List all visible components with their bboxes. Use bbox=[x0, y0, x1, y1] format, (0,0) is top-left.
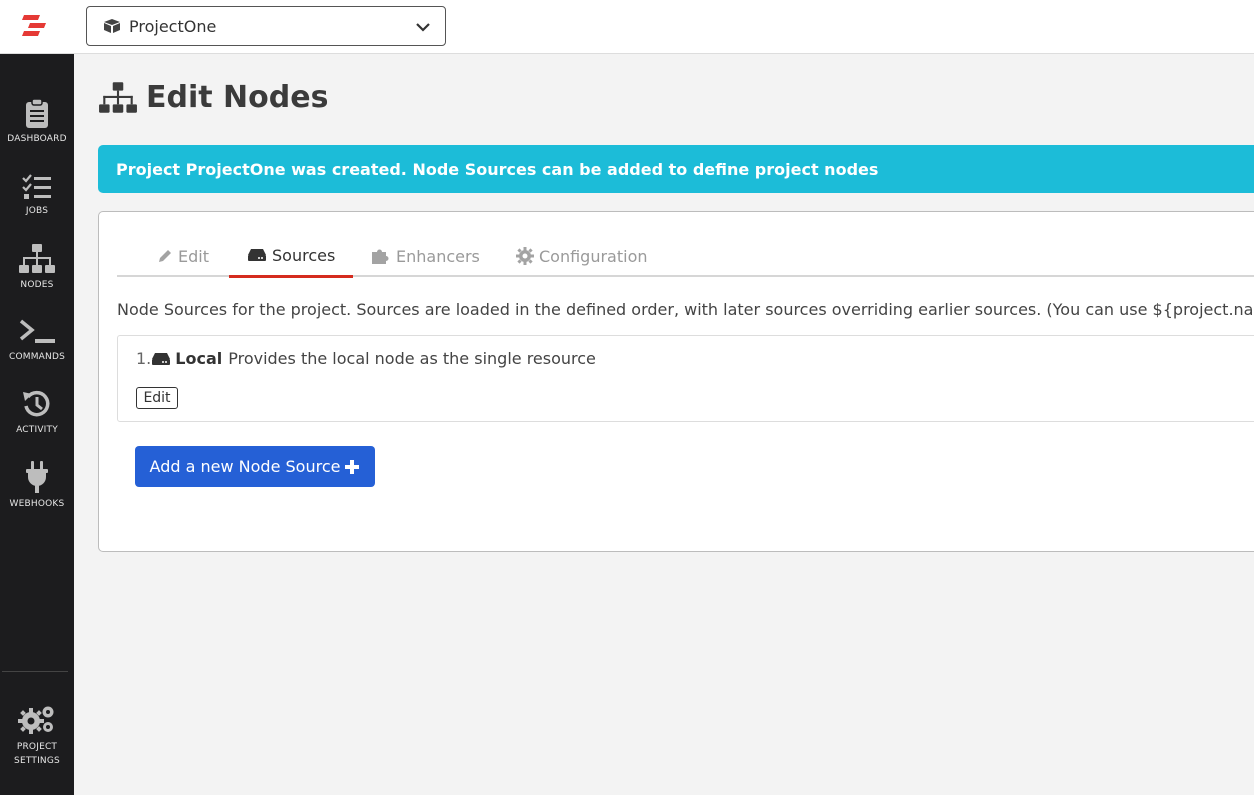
plug-icon bbox=[26, 461, 48, 493]
plus-icon bbox=[345, 459, 360, 474]
chevron-down-icon bbox=[416, 23, 430, 32]
edit-source-button[interactable]: Edit bbox=[136, 387, 178, 409]
sitemap-icon bbox=[99, 81, 137, 113]
tab-configuration[interactable]: Configuration bbox=[516, 235, 648, 277]
source-name: Local bbox=[175, 349, 223, 368]
sidebar-item-label: ACTIVITY bbox=[16, 425, 58, 435]
puzzle-icon bbox=[372, 249, 389, 264]
list-item: 1. Local Provides the local node as the … bbox=[136, 349, 596, 368]
sidebar-item-dashboard[interactable]: DASHBOARD bbox=[0, 98, 74, 146]
sidebar: DASHBOARD JOBS NODES COMMANDS ACTIVITY W… bbox=[0, 54, 74, 795]
tab-sources[interactable]: Sources bbox=[229, 235, 354, 278]
sources-description: Node Sources for the project. Sources ar… bbox=[117, 300, 1254, 319]
hdd-icon bbox=[152, 352, 171, 365]
edit-nodes-card: Edit Sources Enhancers Configuration Nod… bbox=[98, 211, 1254, 552]
box-icon bbox=[104, 19, 120, 33]
project-select-value: ProjectOne bbox=[129, 16, 217, 36]
sidebar-item-label: WEBHOOKS bbox=[9, 499, 65, 509]
tab-label: Configuration bbox=[539, 246, 648, 266]
sidebar-item-label: COMMANDS bbox=[8, 352, 66, 362]
sidebar-item-label: SETTINGS bbox=[14, 756, 60, 766]
terminal-icon bbox=[19, 319, 55, 343]
add-node-source-label: Add a new Node Source bbox=[149, 457, 341, 476]
sidebar-item-webhooks[interactable]: WEBHOOKS bbox=[0, 461, 74, 511]
sidebar-item-project-settings[interactable]: PROJECT SETTINGS bbox=[0, 704, 74, 768]
page-title: Edit Nodes bbox=[98, 80, 328, 115]
tab-label: Enhancers bbox=[396, 246, 480, 266]
sidebar-item-activity[interactable]: ACTIVITY bbox=[0, 389, 74, 437]
hdd-icon bbox=[248, 249, 266, 261]
sidebar-item-jobs[interactable]: JOBS bbox=[0, 174, 74, 218]
source-description: Provides the local node as the single re… bbox=[228, 349, 596, 368]
sidebar-item-label: NODES bbox=[20, 280, 54, 290]
sidebar-item-label: JOBS bbox=[25, 206, 49, 216]
sidebar-item-nodes[interactable]: NODES bbox=[0, 244, 74, 292]
sidebar-item-label: DASHBOARD bbox=[7, 134, 67, 144]
tab-label: Sources bbox=[272, 245, 336, 265]
tab-edit[interactable]: Edit bbox=[157, 235, 209, 277]
project-select[interactable]: ProjectOne bbox=[86, 6, 446, 46]
alert-text: Project ProjectOne was created. Node Sou… bbox=[116, 159, 879, 179]
sidebar-item-label: PROJECT bbox=[16, 742, 58, 752]
tab-bar: Edit Sources Enhancers Configuration bbox=[117, 235, 1254, 278]
tasks-icon bbox=[22, 174, 51, 199]
add-node-source-button[interactable]: Add a new Node Source bbox=[135, 446, 375, 487]
tab-enhancers[interactable]: Enhancers bbox=[371, 235, 480, 277]
gear-icon bbox=[516, 247, 534, 265]
info-alert: Project ProjectOne was created. Node Sou… bbox=[98, 145, 1254, 193]
page-title-text: Edit Nodes bbox=[146, 80, 329, 115]
top-bar: ProjectOne bbox=[0, 0, 1254, 54]
cogs-icon bbox=[18, 706, 54, 734]
clipboard-icon bbox=[26, 98, 48, 128]
rundeck-logo[interactable] bbox=[22, 13, 48, 39]
history-icon bbox=[23, 390, 50, 417]
pencil-icon bbox=[159, 250, 171, 262]
sitemap-icon bbox=[19, 244, 55, 273]
node-source-list: 1. Local Provides the local node as the … bbox=[117, 335, 1254, 422]
sidebar-item-commands[interactable]: COMMANDS bbox=[0, 318, 74, 364]
sidebar-divider bbox=[2, 671, 68, 672]
source-number: 1. bbox=[136, 349, 152, 368]
tab-label: Edit bbox=[178, 246, 209, 266]
